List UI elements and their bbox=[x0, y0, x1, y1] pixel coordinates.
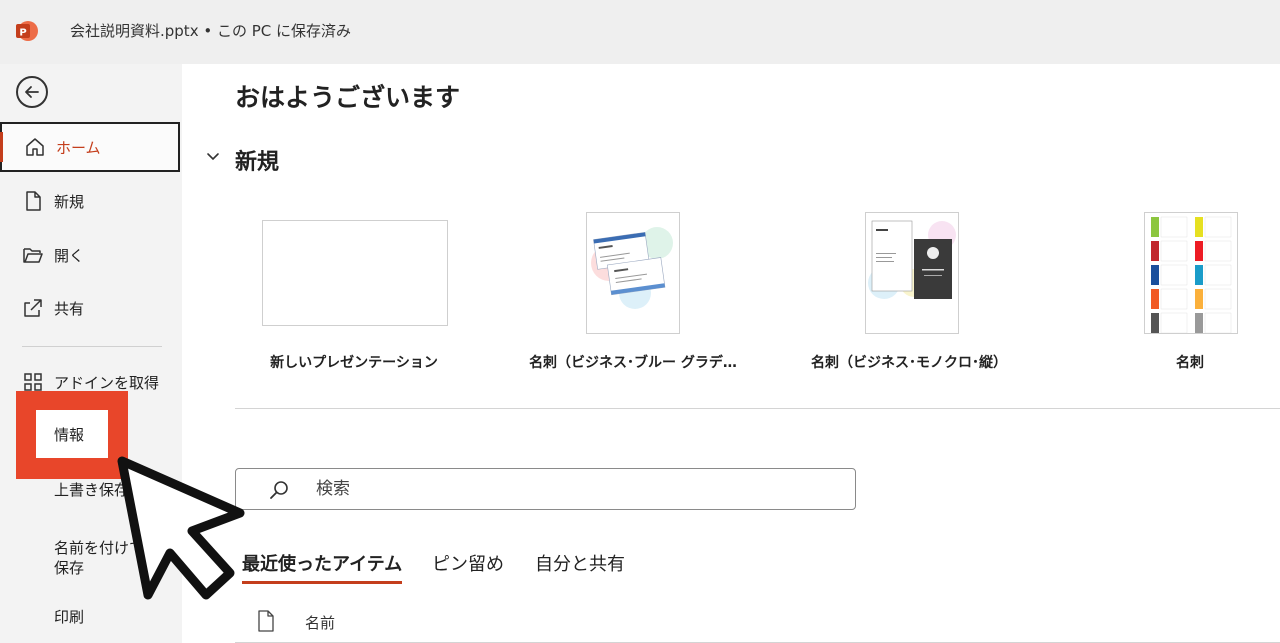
tab-recent[interactable]: 最近使ったアイテム bbox=[242, 550, 403, 584]
template-label: 名刺 bbox=[1176, 355, 1204, 371]
apps-grid-icon bbox=[22, 371, 44, 393]
file-list-header: 名前 bbox=[257, 610, 1257, 640]
sidebar-item-home[interactable]: ホーム bbox=[0, 122, 180, 172]
sidebar-divider bbox=[22, 346, 162, 347]
sidebar-item-label: 開く bbox=[54, 246, 85, 265]
section-divider bbox=[235, 408, 1280, 409]
sidebar-item-label: 新規 bbox=[54, 192, 85, 211]
tab-shared-with-me[interactable]: 自分と共有 bbox=[535, 550, 625, 576]
new-section-title: 新規 bbox=[235, 150, 280, 175]
search-icon bbox=[270, 481, 288, 499]
home-panel: おはようございます 新規 新しいプレゼンテーション 名刺（ビジネス･ブルー グラ… bbox=[182, 64, 1280, 643]
powerpoint-logo-icon: P bbox=[16, 21, 38, 41]
column-name-header[interactable]: 名前 bbox=[305, 612, 335, 633]
arrow-left-icon bbox=[25, 86, 39, 98]
tab-pinned[interactable]: ピン留め bbox=[432, 550, 504, 576]
template-label: 新しいプレゼンテーション bbox=[270, 355, 438, 371]
sidebar-item-label: アドインを取得 bbox=[54, 373, 160, 392]
folder-open-icon bbox=[22, 244, 44, 266]
template-thumbnail bbox=[586, 212, 680, 334]
template-thumbnail bbox=[865, 212, 959, 334]
search-box[interactable] bbox=[235, 468, 856, 510]
title-bar: P 会社説明資料.pptx • この PC に保存済み bbox=[0, 0, 1280, 64]
template-label: 名刺（ビジネス･ブルー グラデ… bbox=[529, 355, 737, 371]
svg-text:P: P bbox=[19, 28, 26, 39]
file-icon bbox=[258, 610, 274, 632]
sidebar-item-share[interactable]: 共有 bbox=[0, 283, 182, 333]
sidebar-item-open[interactable]: 開く bbox=[0, 230, 182, 280]
sidebar-item-new[interactable]: 新規 bbox=[0, 176, 182, 226]
template-thumbnail bbox=[1144, 212, 1238, 334]
chevron-down-icon[interactable] bbox=[204, 148, 222, 166]
home-icon bbox=[24, 136, 46, 158]
template-thumbnail bbox=[262, 220, 448, 326]
template-label: 名刺（ビジネス･モノクロ･縦） bbox=[811, 355, 1007, 371]
greeting-heading: おはようございます bbox=[235, 83, 461, 112]
sidebar-item-label: ホーム bbox=[56, 138, 101, 157]
document-title: 会社説明資料.pptx • この PC に保存済み bbox=[70, 22, 352, 40]
share-icon bbox=[22, 297, 44, 319]
sidebar-item-label: 共有 bbox=[54, 299, 85, 318]
back-button[interactable] bbox=[16, 76, 48, 108]
sidebar-item-label: 情報 bbox=[54, 425, 85, 444]
sidebar-item-info[interactable]: 情報 bbox=[36, 410, 108, 458]
search-input[interactable] bbox=[316, 477, 816, 501]
sidebar-item-label: 印刷 bbox=[54, 607, 85, 626]
new-file-icon bbox=[22, 190, 44, 212]
cursor-arrow-icon bbox=[117, 456, 245, 600]
